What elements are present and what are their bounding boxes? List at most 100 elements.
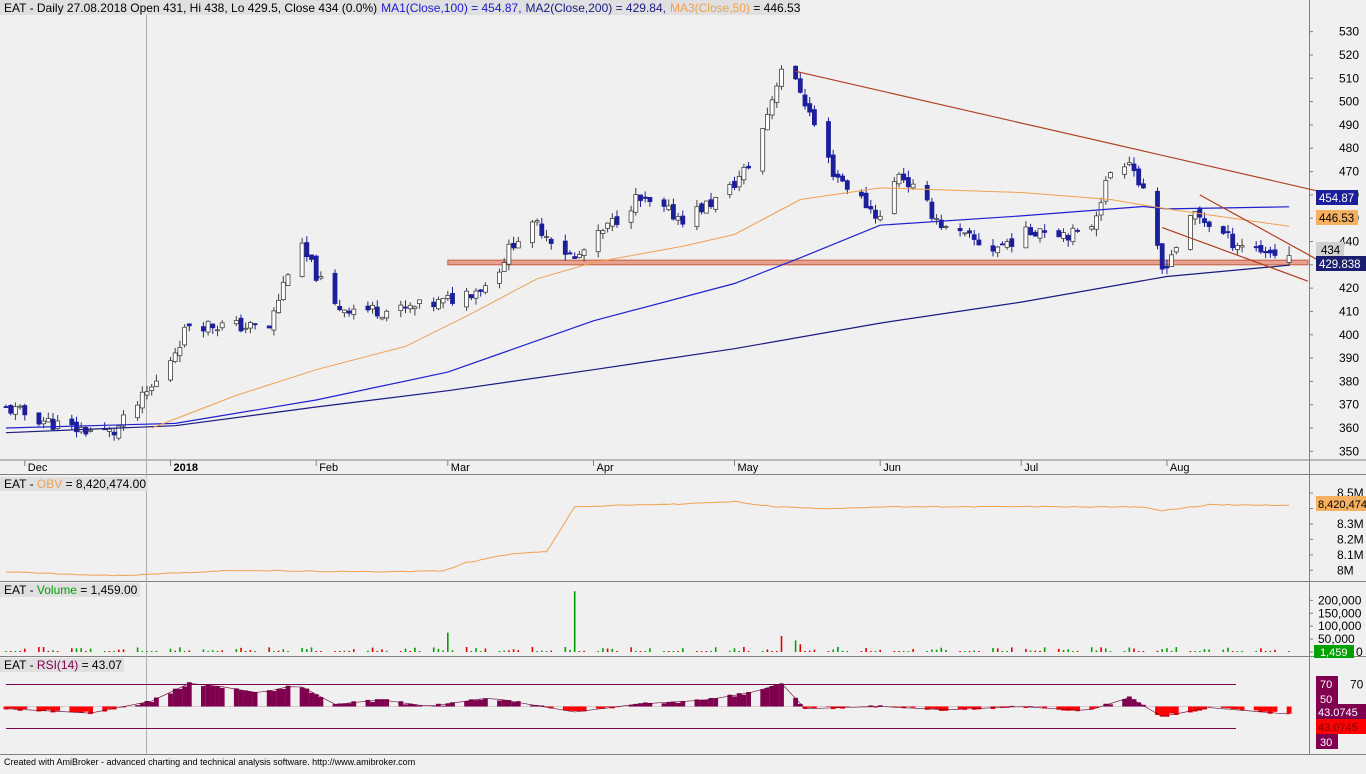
candle-body (351, 308, 357, 315)
price-y-tick-label: 530 (1339, 25, 1359, 39)
price-y-tick-label: 470 (1339, 165, 1359, 179)
candle-body (1037, 228, 1043, 239)
candle-body (153, 380, 159, 387)
volume-y-tick-label: 150,000 (1318, 606, 1362, 620)
ma2-legend: MA2(Close,200) = 429.84, (526, 1, 666, 15)
obv-y-tick-label: 8.1M (1337, 548, 1364, 562)
obv-pane-bg (0, 475, 1309, 581)
candle-body (1004, 241, 1010, 248)
candle-body (769, 99, 775, 116)
rsi-badge-value-b: 43.0745 (1318, 722, 1358, 734)
candle-body (45, 418, 51, 423)
candle-body (36, 412, 42, 425)
obv-badge: 8,420,474 (1318, 499, 1366, 511)
obv-header-value: = 8,420,474.00 (62, 477, 146, 491)
candle-body (417, 299, 423, 304)
candle-body (1155, 190, 1160, 246)
price-y-tick-label: 390 (1339, 351, 1359, 365)
candle-body (797, 78, 803, 93)
candle-body (934, 218, 939, 220)
obv-header-name: OBV (37, 477, 62, 491)
candle-body (1253, 246, 1259, 249)
candle-body (1070, 227, 1076, 243)
candle-body (403, 306, 408, 309)
candle-body (906, 177, 911, 188)
candle-body (22, 405, 28, 416)
chart-canvas: 3503603703803904004104204304404504604704… (0, 0, 1366, 755)
candle-body (976, 239, 982, 246)
candle-body (1028, 227, 1033, 236)
candle-body (1206, 221, 1212, 227)
candle-body (407, 304, 413, 310)
volume-pane-bg (0, 582, 1309, 656)
candle-body (741, 166, 747, 181)
rsi-badge-30: 30 (1320, 737, 1332, 749)
volume-header-name: Volume (37, 583, 77, 597)
candle-body (990, 245, 996, 252)
candle-body (501, 262, 507, 272)
candle-body (765, 114, 770, 131)
candle-body (891, 181, 897, 214)
candle-body (111, 431, 117, 436)
candle-body (233, 320, 239, 325)
candle-body (1061, 232, 1066, 239)
candle-body (379, 316, 385, 320)
candle-body (1202, 218, 1207, 224)
candle-body (318, 276, 324, 279)
obv-header: EAT - OBV = 8,420,474.00 (4, 477, 146, 491)
candle-body (830, 154, 836, 177)
candle-body (1108, 172, 1113, 179)
price-y-tick-label: 480 (1339, 141, 1359, 155)
obv-y-tick-label: 8.2M (1337, 532, 1364, 546)
candle-body (642, 196, 648, 199)
candle-body (1065, 235, 1071, 241)
candle-body (332, 272, 338, 304)
candle-body (929, 201, 935, 219)
candle-body (840, 175, 845, 182)
candle-body (760, 128, 766, 172)
candle-body (600, 230, 606, 235)
price-y-tick-label: 410 (1339, 304, 1359, 318)
candle-body (1009, 238, 1015, 247)
candle-body (1225, 231, 1231, 233)
candle-body (1023, 226, 1029, 249)
month-label: Mar (451, 462, 470, 474)
candle-body (88, 429, 93, 432)
candle-body (450, 293, 455, 304)
candle-body (271, 310, 277, 331)
price-y-tick-label: 350 (1339, 444, 1359, 458)
price-y-tick-label: 420 (1339, 281, 1359, 295)
candle-body (1169, 254, 1174, 268)
price-header-prefix: EAT - Daily 27.08.2018 Open 431, Hi 438,… (4, 1, 377, 15)
price-pane-bg (0, 0, 1309, 460)
candle-body (139, 391, 145, 409)
candle-body (1272, 249, 1278, 256)
obv-y-tick-label: 8.3M (1337, 517, 1364, 531)
candle-body (962, 232, 968, 235)
candle-body (1032, 231, 1038, 237)
candle-body (694, 206, 700, 227)
ma2-badge: 429.838 (1319, 259, 1361, 271)
candle-body (473, 290, 479, 299)
candle-body (530, 221, 535, 244)
volume-y-tick-label: 200,000 (1318, 593, 1362, 607)
volume-y-tick-label: 50,000 (1318, 632, 1355, 646)
candle-body (515, 241, 521, 249)
candle-body (144, 391, 150, 396)
footer-credit: Created with AmiBroker - advanced charti… (4, 757, 416, 767)
candle-body (304, 242, 310, 258)
candle-body (605, 222, 610, 229)
candle-body (299, 242, 305, 278)
candle-body (868, 206, 874, 210)
candle-body (17, 405, 23, 408)
price-y-tick-label: 380 (1339, 374, 1359, 388)
rsi-badge-70: 70 (1320, 679, 1332, 691)
candle-body (995, 246, 1001, 254)
candle-body (732, 180, 737, 188)
candle-body (1230, 233, 1236, 249)
candle-body (398, 304, 404, 312)
candle-body (675, 216, 681, 221)
candle-body (835, 173, 841, 178)
candle-body (12, 406, 18, 415)
candle-body (186, 323, 192, 327)
